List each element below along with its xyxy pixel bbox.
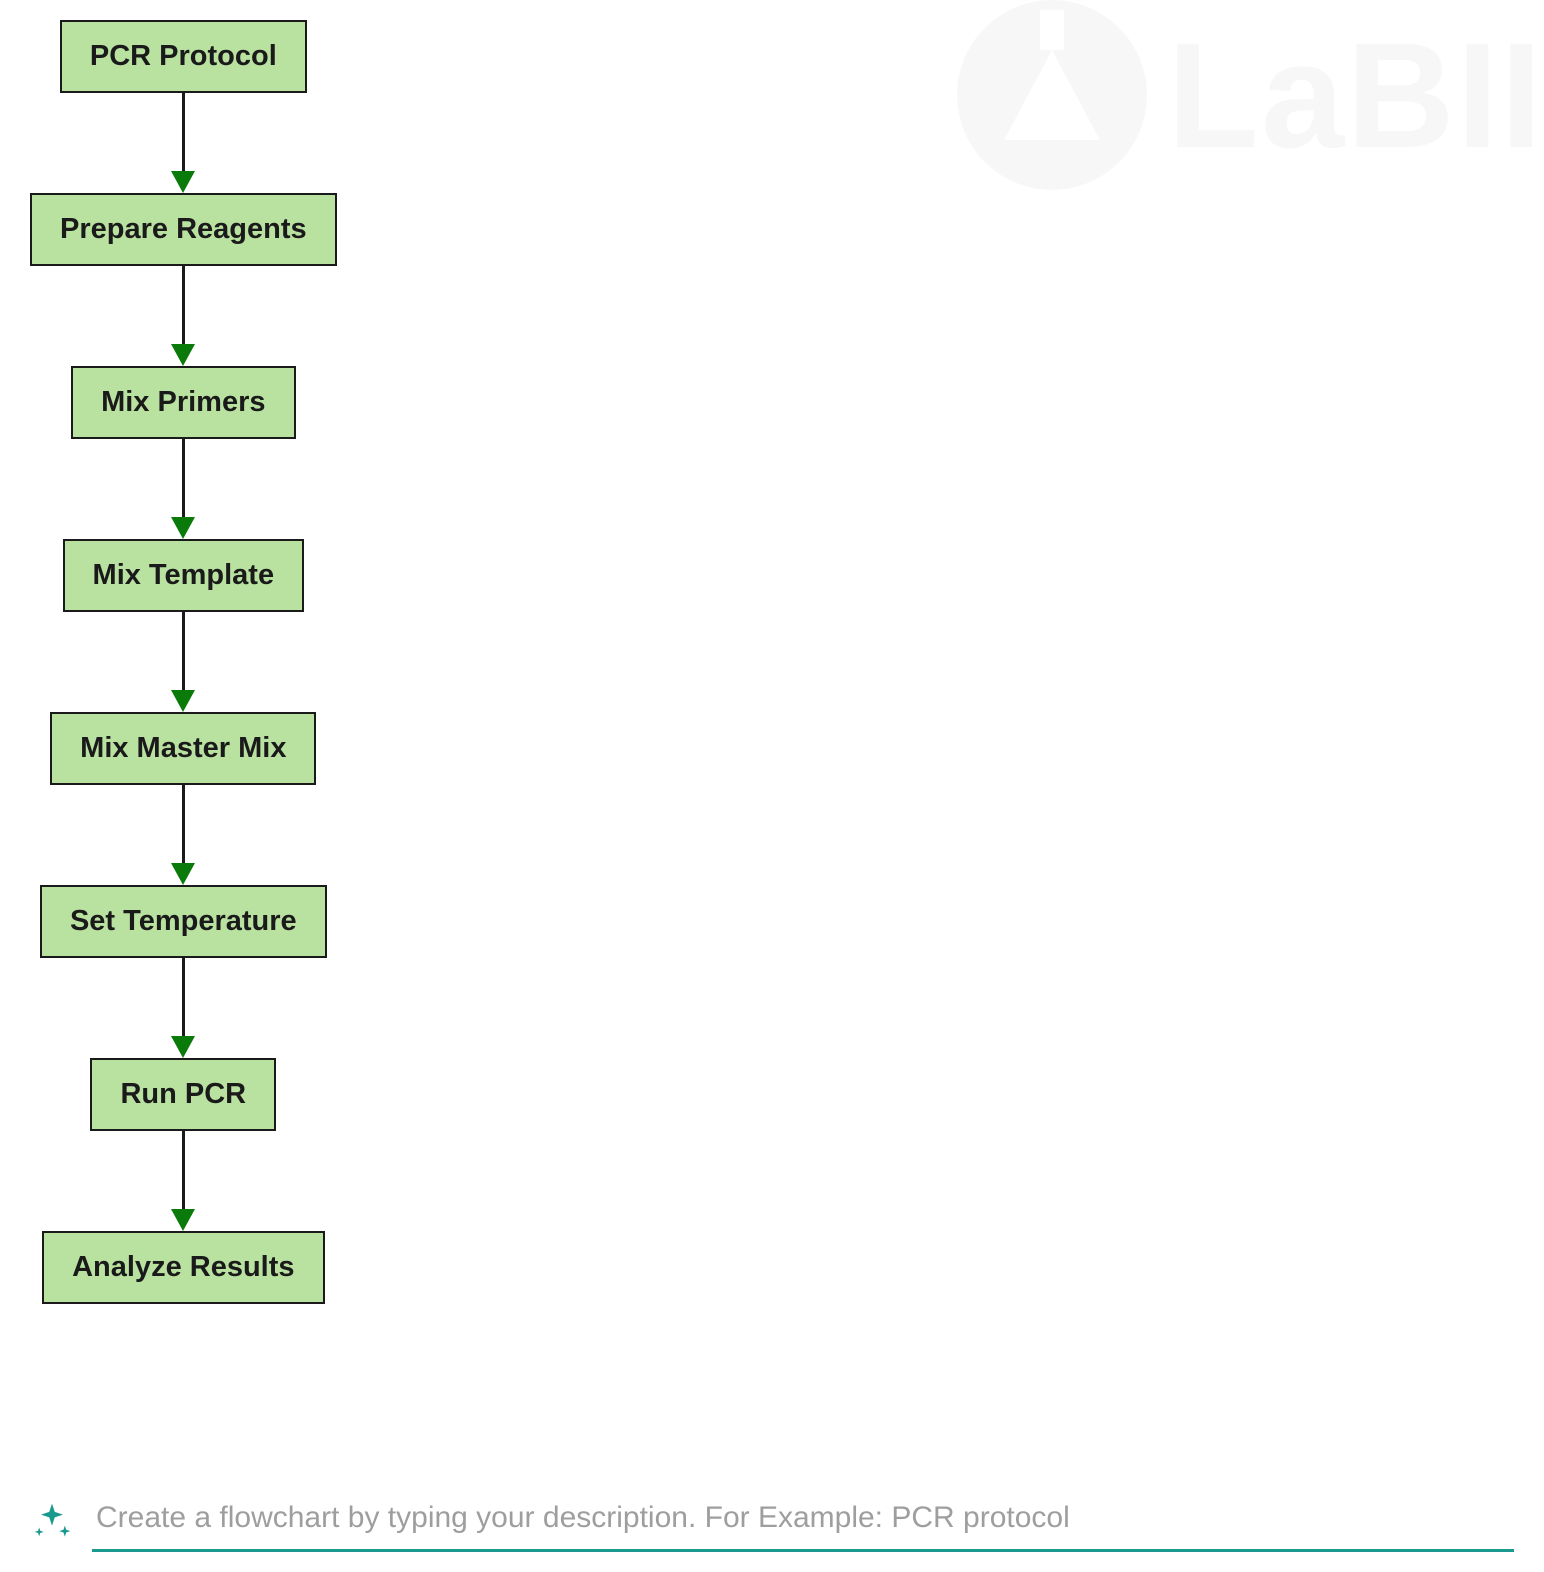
arrow-down-icon [171,93,195,193]
arrow-down-icon [171,439,195,539]
sparkle-icon [30,1500,74,1544]
flowchart-node[interactable]: Mix Master Mix [50,712,316,785]
flowchart-node[interactable]: Run PCR [90,1058,276,1131]
flowchart-node[interactable]: Prepare Reagents [30,193,337,266]
flowchart-node[interactable]: Mix Template [63,539,305,612]
flowchart-container: PCR Protocol Prepare Reagents Mix Primer… [30,20,337,1304]
flask-icon [957,0,1147,190]
arrow-down-icon [171,266,195,366]
brand-text: LaBII [1167,9,1544,182]
flowchart-prompt-input[interactable] [92,1491,1514,1552]
arrow-down-icon [171,612,195,712]
arrow-down-icon [171,785,195,885]
arrow-down-icon [171,1131,195,1231]
flowchart-node[interactable]: PCR Protocol [60,20,307,93]
brand-watermark: LaBII [957,0,1544,190]
flowchart-node[interactable]: Analyze Results [42,1231,324,1304]
flowchart-node[interactable]: Mix Primers [71,366,295,439]
arrow-down-icon [171,958,195,1058]
prompt-bar [30,1491,1514,1552]
flowchart-node[interactable]: Set Temperature [40,885,327,958]
